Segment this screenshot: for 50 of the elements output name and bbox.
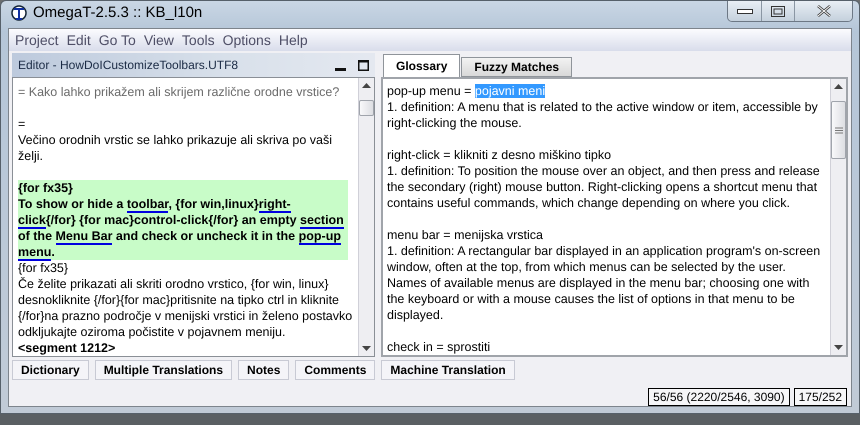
minimize-icon <box>736 8 752 14</box>
menu-item[interactable]: View <box>144 32 174 48</box>
segment-text: Če želite prikazati ali skriti orodno vrstico, {for win, linux} desnokliknite {/for}{for mac}pritisnite na tipko ctrl in kliknite {/for}na prazno področje v menijski vrstici in želeno postavko odkljukajte oziroma počistite v pojavnem meniju. <box>18 276 354 340</box>
pane-tab[interactable]: Dictionary <box>12 360 89 380</box>
glossary-entry: check in = sprostiti <box>387 339 492 355</box>
scroll-down-icon[interactable] <box>834 345 843 350</box>
pane-tab[interactable]: Notes <box>238 360 290 380</box>
tab[interactable]: Fuzzy Matches <box>461 57 572 77</box>
pane-tab[interactable]: Comments <box>295 360 376 380</box>
scroll-down-icon[interactable] <box>362 346 371 351</box>
app-logo-icon <box>11 4 27 20</box>
glossary-entry: right-click = klikniti z desno miškino tipko <box>387 147 612 163</box>
pane-tab[interactable]: Machine Translation <box>381 360 515 380</box>
glossary-definition: 1. definition: To position the mouse over an object, and then press and release the secondary (right) mouse button. Right-clicking opens a shortcut menu that contains useful commands, which change depending on where you click. <box>387 163 821 211</box>
menu-item[interactable]: Help <box>278 32 308 48</box>
menu-item[interactable]: Edit <box>66 32 91 48</box>
segment-text: Večino orodnih vrstic se lahko prikazuje ali skriva po vaši želji. <box>18 132 334 164</box>
menu-item[interactable]: Options <box>222 32 271 48</box>
segment-text: {for fx35} <box>18 180 74 196</box>
glossary-definition: 1. definition: A rectangular bar displayed in an application program's on-screen window, often at the top, from which menus can be selected by the user. Names of available menus are displayed in the menu bar; choosing one with the keyboard or with a mouse causes the list of options in that menu to be displayed. <box>387 243 822 323</box>
pane-tab[interactable]: Multiple Translations <box>94 360 232 380</box>
maximize-button[interactable] <box>761 1 794 21</box>
pane-title: Editor - HowDoICustomizeToolbars.UTF8 <box>18 58 240 72</box>
window-title: OmegaT-2.5.3 :: KB_l10n <box>33 4 204 21</box>
segment-text: = Kako lahko prikažem ali skrijem različne orodne vrstice? <box>18 84 340 100</box>
glossary-entry: pop-up menu = pojavni meni <box>387 83 546 99</box>
scroll-up-icon[interactable] <box>834 84 843 89</box>
tab[interactable]: Glossary <box>383 54 460 77</box>
minimize-button[interactable] <box>728 1 761 21</box>
scroll-thumb[interactable] <box>359 100 374 116</box>
scroll-up-icon[interactable] <box>362 83 371 88</box>
menu-item[interactable]: Go To <box>98 32 136 48</box>
status-field: 175/252 <box>794 388 847 406</box>
glossary-definition: 1. definition: A menu that is related to the active window or item, accessible by right-clicking the mouse. <box>387 99 819 131</box>
close-button[interactable] <box>794 1 852 21</box>
segment-text: <segment 1212> <box>18 340 116 356</box>
menu-item[interactable]: Tools <box>182 32 215 48</box>
segment-text: {for fx35} <box>18 260 70 276</box>
close-icon <box>816 5 830 17</box>
maximize-icon <box>771 6 785 16</box>
scrollbar[interactable] <box>830 79 846 355</box>
segment-text: To show or hide a toolbar, {for win,linux}right-click{/for} {for mac}control-click{/for} an empty section of the Menu Bar and check or uncheck it in the pop-up menu. <box>18 196 345 260</box>
segment-text: = <box>18 116 26 132</box>
maximize-icon[interactable] <box>358 60 369 70</box>
active-segment[interactable]: {for fx35} To show or hide a toolbar, {for win,linux}right-click{/for} {for mac}control-click{/for} an empty section of the Menu Bar and check or uncheck it in the pop-up menu. <box>18 180 348 260</box>
glossary-entry: menu bar = menijska vrstica <box>387 227 544 243</box>
menu-item[interactable]: Project <box>15 32 59 48</box>
scrollbar[interactable] <box>358 78 374 356</box>
scroll-thumb[interactable] <box>831 101 846 159</box>
status-field: 56/56 (2220/2546, 3090) <box>648 388 790 406</box>
